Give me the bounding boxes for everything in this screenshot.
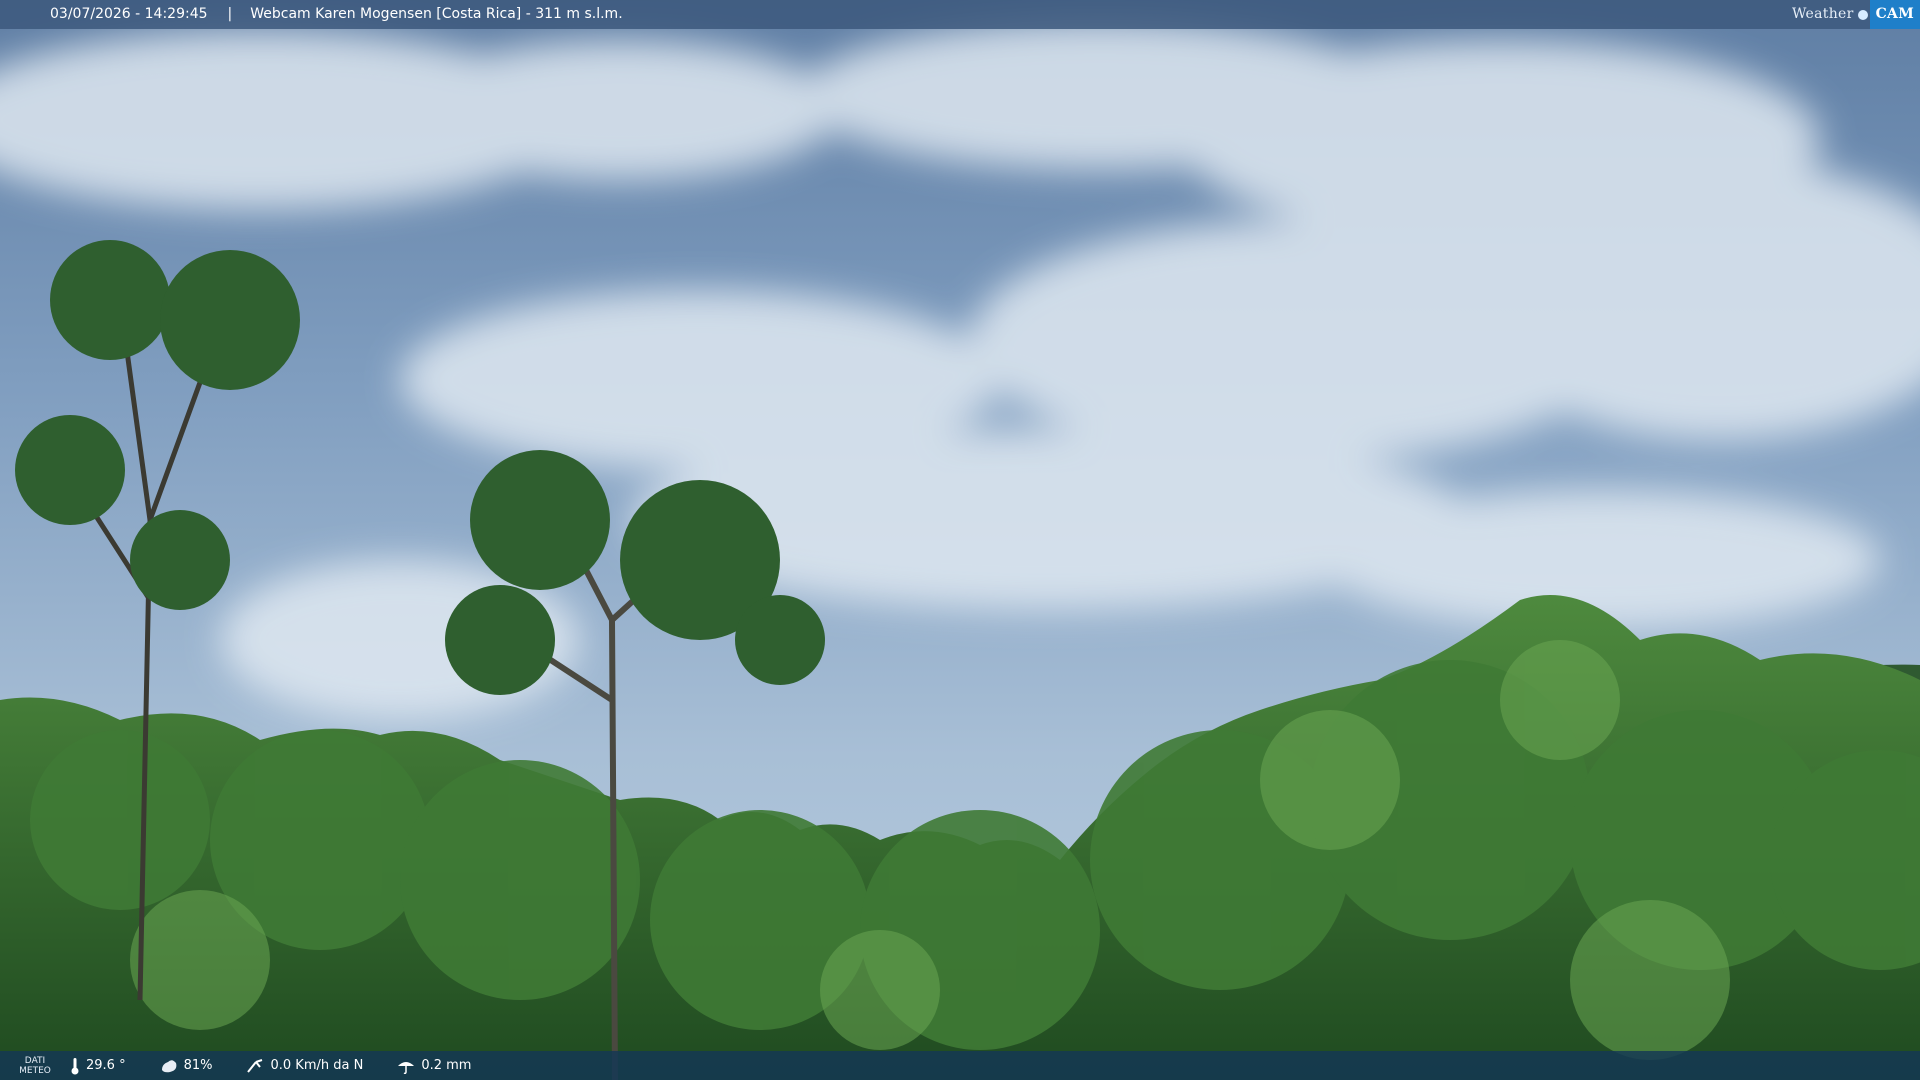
wind-value: 0.0 Km/h da N: [270, 1058, 364, 1073]
webcam-title: Webcam Karen Mogensen [Costa Rica] - 311…: [250, 6, 623, 22]
rain-value: 0.2 mm: [421, 1058, 472, 1073]
thermometer-icon: [71, 1057, 79, 1074]
weather-data-bar: DATI METEO 29.6 ° 81% 0.0 Km/h da N 0.2 …: [0, 1051, 1920, 1080]
logo-dot-icon: [1857, 9, 1868, 20]
timestamp: 03/07/2026 - 14:29:45: [50, 6, 208, 22]
separator: |: [227, 6, 233, 22]
wind-stat: 0.0 Km/h da N: [246, 1058, 363, 1074]
rain-icon: [398, 1061, 415, 1074]
humidity-stat: 81%: [160, 1058, 213, 1074]
humidity-value: 81%: [183, 1058, 213, 1073]
dati-meteo-label: DATI METEO: [0, 1056, 70, 1076]
rain-stat: 0.2 mm: [397, 1058, 471, 1074]
weathercam-logo: Weather CAM: [1792, 0, 1920, 29]
webcam-scene: [0, 0, 1920, 1080]
temperature-value: 29.6 °: [86, 1058, 126, 1073]
temperature-stat: 29.6 °: [70, 1057, 126, 1075]
logo-cam-text: CAM: [1869, 0, 1920, 29]
top-info-bar: 03/07/2026 - 14:29:45 | Webcam Karen Mog…: [0, 0, 1920, 29]
label-line-1: DATI: [24, 1055, 46, 1066]
wind-icon: [247, 1058, 263, 1073]
logo-weather-text: Weather: [1791, 6, 1854, 22]
label-line-2: METEO: [19, 1065, 51, 1076]
humidity-icon: [161, 1059, 176, 1072]
